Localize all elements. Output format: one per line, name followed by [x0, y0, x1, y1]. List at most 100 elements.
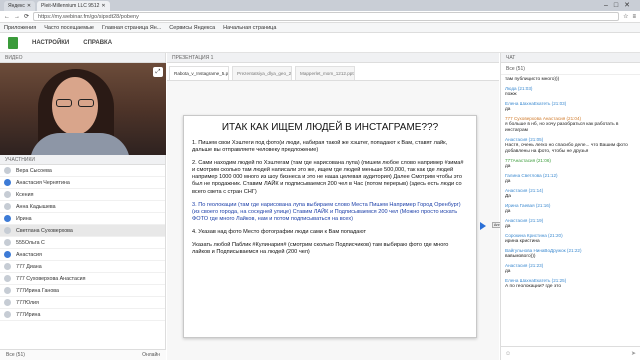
doc-tab-2[interactable]: Mapperlet_mom_1212.pptx [295, 66, 355, 80]
participant-name: Ирина [16, 215, 32, 222]
participant-row[interactable]: Анастасия [0, 249, 165, 261]
bookmark-item[interactable]: Главная страница Ян... [102, 25, 161, 31]
chat-text: да [505, 224, 511, 229]
send-icon[interactable]: ➤ [631, 350, 636, 357]
close-icon[interactable]: ✕ [101, 1, 105, 11]
participant-row[interactable]: Ксения [0, 189, 165, 201]
participant-row[interactable]: 777Юлия [0, 297, 165, 309]
bookmark-item[interactable]: Приложения [4, 25, 36, 31]
chat-text: я больше в нб, но хочу разобраться как р… [505, 122, 619, 133]
reload-icon[interactable]: ⟳ [24, 13, 29, 20]
participant-name: Светлана Суховерхова [16, 227, 73, 234]
user-icon [4, 191, 11, 198]
slide-title: ИТАК КАК ИЩЕМ ЛЮДЕЙ В ИНСТАГРАМЕ??? [221, 122, 439, 133]
chat-message: Анастасия (21:19) да [505, 218, 636, 230]
nav-settings[interactable]: НАСТРОЙКИ [32, 40, 69, 46]
video-feed: ⤢ [0, 63, 166, 155]
browser-tab-1[interactable]: Pleit-Millennium LLC 9512 ✕ [37, 1, 110, 11]
presentation-area: ПРЕЗЕНТАЦИЯ 1 Rabota_v_Instagrame_5.ppt.… [167, 53, 506, 360]
participants-count[interactable]: Все (51) [6, 352, 25, 358]
chat-text: там публицисто много))) [505, 77, 560, 82]
glasses-left [56, 99, 72, 107]
online-filter[interactable]: Онлайн [142, 352, 160, 358]
chat-message: там публицисто много))) [505, 77, 636, 83]
star-icon[interactable]: ☆ [623, 13, 628, 20]
participants-header: УЧАСТНИКИ [0, 155, 165, 165]
participant-row[interactable]: 777 Диана [0, 261, 165, 273]
menu-icon[interactable]: ≡ [632, 14, 636, 20]
chat-text: А по геолокации? где это [505, 284, 561, 289]
user-icon [4, 215, 11, 222]
browser-tab-label: Pleit-Millennium LLC 9512 [41, 3, 100, 9]
nav-help[interactable]: СПРАВКА [83, 40, 112, 46]
participant-row[interactable]: Ирина [0, 213, 165, 225]
close-icon[interactable]: ✕ [27, 1, 31, 11]
chat-message: Анастасия (21:14) Да [505, 188, 636, 200]
participant-name: 777 Суховерхова Анастасия [16, 275, 86, 282]
participants-header-label: УЧАСТНИКИ [5, 156, 35, 163]
user-icon [4, 239, 11, 246]
user-icon [4, 203, 11, 210]
participant-row[interactable]: 777Ирина [0, 309, 165, 321]
user-icon [4, 263, 11, 270]
slide-paragraph-1: 1. Пишем свои Хэштеги под фото(и люди, н… [192, 140, 448, 154]
video-header-label: ВИДЕО [5, 54, 23, 61]
participant-name: 777Ирина [16, 311, 41, 318]
window-controls[interactable]: –□✕ [604, 1, 636, 9]
chat-text: пожж [505, 92, 517, 97]
doc-tab-0[interactable]: Rabota_v_Instagrame_5.ppt... [169, 66, 229, 80]
participant-row[interactable]: Вера Сысоева [0, 165, 165, 177]
chat-text: вавьмового))) [505, 254, 536, 259]
participant-row[interactable]: Анна Кадышева [0, 201, 165, 213]
participant-name: 777 Диана [16, 263, 42, 270]
emoji-icon[interactable]: ☺ [505, 351, 511, 357]
slide-paragraph-4: 4. Указав над фото Место фотографии люди… [192, 228, 367, 235]
forward-icon[interactable]: → [14, 14, 20, 20]
user-icon [4, 311, 11, 318]
chat-message: Сорокина Кристина (21:20) ирина кристина [505, 233, 636, 245]
participants-footer: Все (51) Онлайн [0, 349, 166, 360]
chat-recipient[interactable]: Все (51) [501, 63, 640, 75]
participant-name: 777Ирина Ганова [16, 287, 59, 294]
bookmark-item[interactable]: Сервисы Яндекса [169, 25, 215, 31]
video-header: ВИДЕО [0, 53, 165, 63]
glasses-right [78, 99, 94, 107]
presenter-pointer-icon [480, 222, 486, 230]
user-icon [4, 167, 11, 174]
presenter-shirt [30, 133, 130, 155]
user-icon [4, 299, 11, 306]
document-tabs: Rabota_v_Instagrame_5.ppt... Prezentatsi… [167, 63, 499, 81]
participant-row[interactable]: 777Ирина Ганова [0, 285, 165, 297]
url-input[interactable]: https://my.webinar.fm/go/sipxdt28/pobeny [33, 12, 620, 21]
user-icon [4, 287, 11, 294]
chat-input[interactable]: ☺ ➤ [501, 346, 640, 360]
slide-paragraph-2: 2. Сами находим людей по Хэштегам (там г… [192, 160, 464, 195]
chat-message: Галина Светлова (21:12) да [505, 173, 636, 185]
chat-message: Люда (21:03) пожж [505, 86, 636, 98]
video-expand-icon[interactable]: ⤢ [153, 67, 163, 77]
participant-row[interactable]: 555Ольга С [0, 237, 165, 249]
chat-message: Елена ШахнаЕкатеть (21:25) А по геолокаци… [505, 278, 636, 290]
chat-text: да [505, 209, 511, 214]
chat-text: да [505, 107, 511, 112]
chat-message: 777 Суховерхова Анастасия (21:04) я больш… [505, 116, 636, 134]
address-bar: ← → ⟳ https://my.webinar.fm/go/sipxdt28/… [0, 11, 640, 23]
presentation-header-label[interactable]: ПРЕЗЕНТАЦИЯ 1 [172, 53, 213, 63]
back-icon[interactable]: ← [4, 14, 10, 20]
slide-paragraph-3: 3. По геолокации (там где нарисована луп… [192, 201, 461, 222]
bookmark-item[interactable]: Часто посещаемые [44, 25, 94, 31]
bookmark-item[interactable]: Начальная страница [223, 25, 276, 31]
participant-name: 555Ольга С [16, 239, 45, 246]
left-panel: ВИДЕО ⤢ УЧАСТНИКИ Вера Сысоева Анастасия … [0, 53, 166, 360]
chat-text: Да [505, 194, 511, 199]
chat-text: да [505, 179, 511, 184]
participant-row[interactable]: Анастасия Чернятина [0, 177, 165, 189]
chat-message: Анастасия (21:23) да [505, 263, 636, 275]
doc-tab-1[interactable]: Prezentatsiya_dlya_geo_2.10... [232, 66, 292, 80]
chat-message: Анастасия (21:05) Настя, очень легко но с… [505, 137, 636, 155]
participant-name: Анастасия Чернятина [16, 179, 70, 186]
chat-panel: ЧАТ Все (51) там публицисто много))) Люда… [500, 53, 640, 360]
browser-tab-0[interactable]: Яндекс ✕ [4, 1, 36, 11]
participant-row[interactable]: 777 Суховерхова Анастасия [0, 273, 165, 285]
participant-row[interactable]: Светлана Суховерхова [0, 225, 165, 237]
